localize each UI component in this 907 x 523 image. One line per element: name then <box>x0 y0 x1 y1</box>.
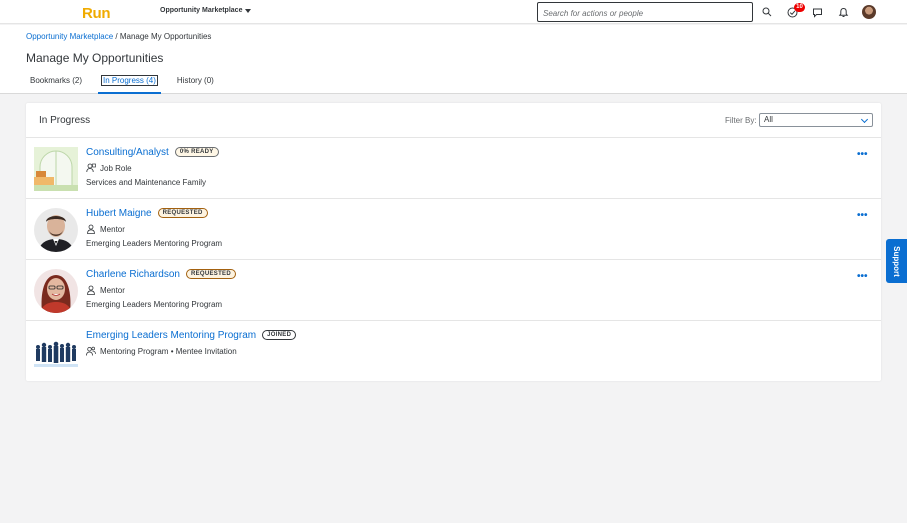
filter-value: All <box>764 115 773 124</box>
breadcrumb-separator: / <box>113 32 120 41</box>
item-title-text: Hubert Maigne <box>86 208 152 219</box>
tab-history-label: History (0) <box>176 76 214 85</box>
chevron-down-icon <box>860 115 869 124</box>
tab-bookmarks[interactable]: Bookmarks (2) <box>26 73 86 94</box>
search-icon[interactable] <box>760 5 774 19</box>
caret-down-icon <box>245 8 252 13</box>
app-menu-button[interactable]: Opportunity Marketplace <box>160 7 252 14</box>
status-badge: REQUESTED <box>157 208 208 218</box>
support-button[interactable]: Support <box>886 239 907 283</box>
filter-select[interactable]: All <box>759 113 873 127</box>
item-type: Mentor <box>86 285 125 295</box>
job-role-thumbnail <box>34 147 78 191</box>
mentor-avatar <box>34 269 78 313</box>
list-item[interactable]: Hubert Maigne REQUESTED Mentor Emerging L… <box>26 199 881 260</box>
item-title[interactable]: Consulting/Analyst 0% READY <box>86 147 219 158</box>
tab-history[interactable]: History (0) <box>173 73 218 94</box>
person-icon <box>86 224 96 234</box>
in-progress-card: In Progress Filter By: All Consulting/An… <box>26 103 881 381</box>
job-role-icon <box>86 163 96 173</box>
item-type-label: Mentor <box>100 224 125 234</box>
shell-bar: Run Opportunity Marketplace 10 <box>0 0 907 24</box>
search-input[interactable] <box>538 4 752 23</box>
app-logo[interactable]: Run <box>82 5 111 22</box>
item-type-label: Mentoring Program • Mentee Invitation <box>100 346 237 356</box>
item-title-text: Emerging Leaders Mentoring Program <box>86 330 257 341</box>
status-badge: 0% READY <box>174 147 219 157</box>
person-icon <box>86 285 96 295</box>
breadcrumb-current: Manage My Opportunities <box>119 32 212 41</box>
feedback-icon[interactable] <box>810 5 824 19</box>
item-title[interactable]: Emerging Leaders Mentoring Program JOINED <box>86 330 297 341</box>
list-item[interactable]: Emerging Leaders Mentoring Program JOINED… <box>26 321 881 382</box>
item-type: Mentor <box>86 224 125 234</box>
item-meta: Services and Maintenance Family <box>86 178 207 187</box>
item-title-text: Charlene Richardson <box>86 269 180 280</box>
app-menu-label: Opportunity Marketplace <box>160 7 243 14</box>
bell-icon[interactable] <box>836 5 850 19</box>
breadcrumb: Opportunity Marketplace / Manage My Oppo… <box>26 32 211 41</box>
card-header: In Progress Filter By: All <box>26 103 881 138</box>
more-actions-button[interactable]: ••• <box>857 211 868 221</box>
item-type: Job Role <box>86 163 132 173</box>
section-title: In Progress <box>39 115 91 126</box>
list-item[interactable]: Consulting/Analyst 0% READY Job Role Serv… <box>26 138 881 199</box>
tab-bookmarks-label: Bookmarks (2) <box>30 76 83 85</box>
item-meta: Emerging Leaders Mentoring Program <box>86 300 223 309</box>
item-type: Mentoring Program • Mentee Invitation <box>86 346 237 356</box>
status-badge: REQUESTED <box>185 269 236 279</box>
tab-in-progress-label: In Progress (4) <box>101 75 158 86</box>
tab-in-progress[interactable]: In Progress (4) <box>98 73 161 94</box>
more-actions-button[interactable]: ••• <box>857 272 868 282</box>
page-title: Manage My Opportunities <box>26 51 164 65</box>
support-label: Support <box>892 245 902 277</box>
program-thumbnail <box>34 330 78 374</box>
group-icon <box>86 346 96 356</box>
search-field[interactable] <box>537 2 753 23</box>
item-title[interactable]: Hubert Maigne REQUESTED <box>86 208 208 219</box>
notification-badge: 10 <box>794 3 805 12</box>
list-item[interactable]: Charlene Richardson REQUESTED Mentor Emer… <box>26 260 881 321</box>
page-header: Opportunity Marketplace / Manage My Oppo… <box>0 25 907 94</box>
filter-label: Filter By: <box>725 116 757 125</box>
tab-bar: Bookmarks (2) In Progress (4) History (0… <box>26 73 230 94</box>
item-title-text: Consulting/Analyst <box>86 147 169 158</box>
item-meta: Emerging Leaders Mentoring Program <box>86 239 223 248</box>
item-type-label: Job Role <box>100 163 132 173</box>
status-badge: JOINED <box>262 330 297 340</box>
more-actions-button[interactable]: ••• <box>857 150 868 160</box>
item-type-label: Mentor <box>100 285 125 295</box>
breadcrumb-link-marketplace[interactable]: Opportunity Marketplace <box>26 32 113 41</box>
item-title[interactable]: Charlene Richardson REQUESTED <box>86 269 236 280</box>
mentor-avatar <box>34 208 78 252</box>
user-avatar[interactable] <box>862 5 876 19</box>
